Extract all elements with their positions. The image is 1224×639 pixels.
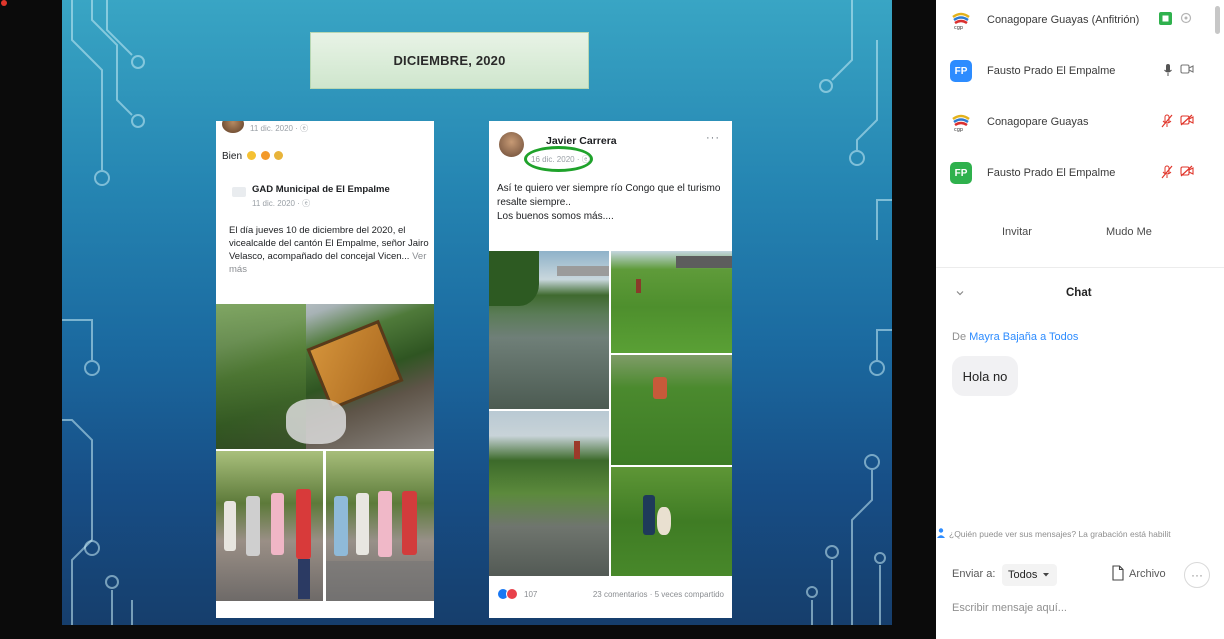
participant-row[interactable]: cgp Conagopare Guayas (Anfitrión) — [936, 4, 1216, 34]
avatar: FP — [950, 60, 972, 82]
highlight-circle — [524, 146, 593, 172]
send-to-label: Enviar a: — [952, 568, 996, 580]
recipient-name-link[interactable]: Todos — [1049, 331, 1078, 343]
reaction-count: 107 — [524, 590, 538, 599]
photo-river — [489, 251, 609, 409]
chat-message-input[interactable] — [952, 598, 1210, 618]
chat-message-bubble: Hola no — [952, 356, 1018, 396]
shared-timestamp: 11 dic. 2020 · ⓔ — [252, 199, 311, 208]
shared-screen: DICIEMBRE, 2020 11 dic. 2020 · ⓔ Bien GA… — [0, 0, 936, 639]
panel-divider — [936, 267, 1224, 268]
zoom-meeting-window: DICIEMBRE, 2020 11 dic. 2020 · ⓔ Bien GA… — [0, 0, 1224, 639]
post-timestamp: 11 dic. 2020 · ⓔ — [250, 124, 309, 133]
circle-icon[interactable] — [1180, 12, 1192, 24]
green-square-icon[interactable] — [1159, 12, 1172, 25]
video-icon[interactable] — [1180, 63, 1194, 75]
muted-video-icon[interactable] — [1180, 165, 1194, 177]
svg-text:cgp: cgp — [954, 25, 963, 31]
avatar: FP — [950, 162, 972, 184]
love-reaction-icon — [506, 588, 518, 600]
muted-video-icon[interactable] — [1180, 114, 1194, 126]
photo-worker-bags — [611, 467, 732, 576]
sender-connector: a — [1040, 331, 1047, 343]
caret-down-icon — [1043, 573, 1050, 577]
muted-mic-icon[interactable] — [1161, 114, 1173, 128]
circuit-decoration-icon — [62, 0, 892, 625]
person-lock-icon — [937, 528, 945, 538]
recording-indicator-icon — [1, 0, 7, 6]
sender-prefix: De — [952, 331, 967, 343]
participant-name: Conagopare Guayas — [987, 116, 1089, 128]
participant-name: Fausto Prado El Empalme — [987, 167, 1116, 179]
facebook-post-screenshot: Javier Carrera 16 dic. 2020 · ⓔ ··· Así … — [489, 121, 732, 618]
photo-worker-grass — [611, 355, 732, 465]
avatar — [499, 132, 524, 157]
participant-row[interactable]: FP Fausto Prado El Empalme — [936, 157, 1216, 187]
emoji-icon — [274, 151, 284, 160]
sender-name-link[interactable]: Mayra Bajaña — [969, 331, 1037, 343]
microphone-icon[interactable] — [1163, 63, 1173, 77]
photo-grass-bank — [611, 251, 732, 353]
page-logo-icon — [232, 187, 246, 197]
conagopare-logo-icon: cgp — [952, 12, 970, 31]
file-icon[interactable] — [1112, 565, 1124, 581]
slide-title-box: DICIEMBRE, 2020 — [310, 32, 589, 89]
post-text: Bien — [222, 151, 284, 162]
post-caption: Así te quiero ver siempre río Congo que … — [497, 183, 721, 222]
photo-river-bank — [489, 411, 609, 576]
facebook-post-screenshot: 11 dic. 2020 · ⓔ Bien GAD Municipal de E… — [216, 121, 434, 618]
shared-body-content: El día jueves 10 de diciembre del 2020, … — [229, 225, 429, 262]
file-button[interactable]: Archivo — [1129, 568, 1166, 580]
mute-me-button[interactable]: Mudo Me — [1106, 226, 1152, 238]
conagopare-logo-icon: cgp — [952, 114, 970, 133]
participant-row[interactable]: cgp Conagopare Guayas — [936, 106, 1216, 136]
slide-title: DICIEMBRE, 2020 — [393, 53, 506, 68]
privacy-notice[interactable]: ¿Quién puede ver sus mensajes? La grabac… — [949, 529, 1219, 539]
post-text-content: Bien — [222, 151, 243, 162]
emoji-icon — [260, 151, 270, 160]
invite-button[interactable]: Invitar — [1002, 226, 1032, 238]
presentation-slide: DICIEMBRE, 2020 11 dic. 2020 · ⓔ Bien GA… — [62, 0, 892, 625]
chat-message-sender: De Mayra Bajaña a Todos — [952, 331, 1078, 343]
photo-group-left — [216, 451, 323, 601]
shared-page-name: GAD Municipal de El Empalme — [252, 184, 390, 195]
photo-dump-truck — [216, 304, 434, 449]
shared-body-text: El día jueves 10 de diciembre del 2020, … — [229, 224, 429, 276]
muted-mic-icon[interactable] — [1161, 165, 1173, 179]
participant-name: Fausto Prado El Empalme — [987, 65, 1116, 77]
participant-name: Conagopare Guayas (Anfitrión) — [987, 14, 1140, 26]
photo-group-right — [326, 451, 434, 601]
send-to-dropdown[interactable]: Todos — [1002, 564, 1058, 586]
svg-text:cgp: cgp — [954, 127, 963, 133]
more-options-icon: ··· — [706, 132, 720, 144]
chat-message-text: Hola no — [962, 368, 1008, 384]
chat-title: Chat — [1066, 287, 1092, 299]
side-panel: cgp Conagopare Guayas (Anfitrión) FP Fau… — [936, 0, 1224, 639]
chevron-down-icon[interactable] — [954, 287, 966, 299]
send-to-value: Todos — [1008, 569, 1038, 581]
emoji-icon — [246, 151, 256, 160]
post-stats: 23 comentarios · 5 veces compartido — [592, 590, 724, 599]
avatar — [222, 121, 244, 133]
post-footer: 107 23 comentarios · 5 veces compartido — [489, 583, 732, 609]
more-options-button[interactable]: ··· — [1184, 562, 1210, 588]
participant-row[interactable]: FP Fausto Prado El Empalme — [936, 55, 1216, 85]
